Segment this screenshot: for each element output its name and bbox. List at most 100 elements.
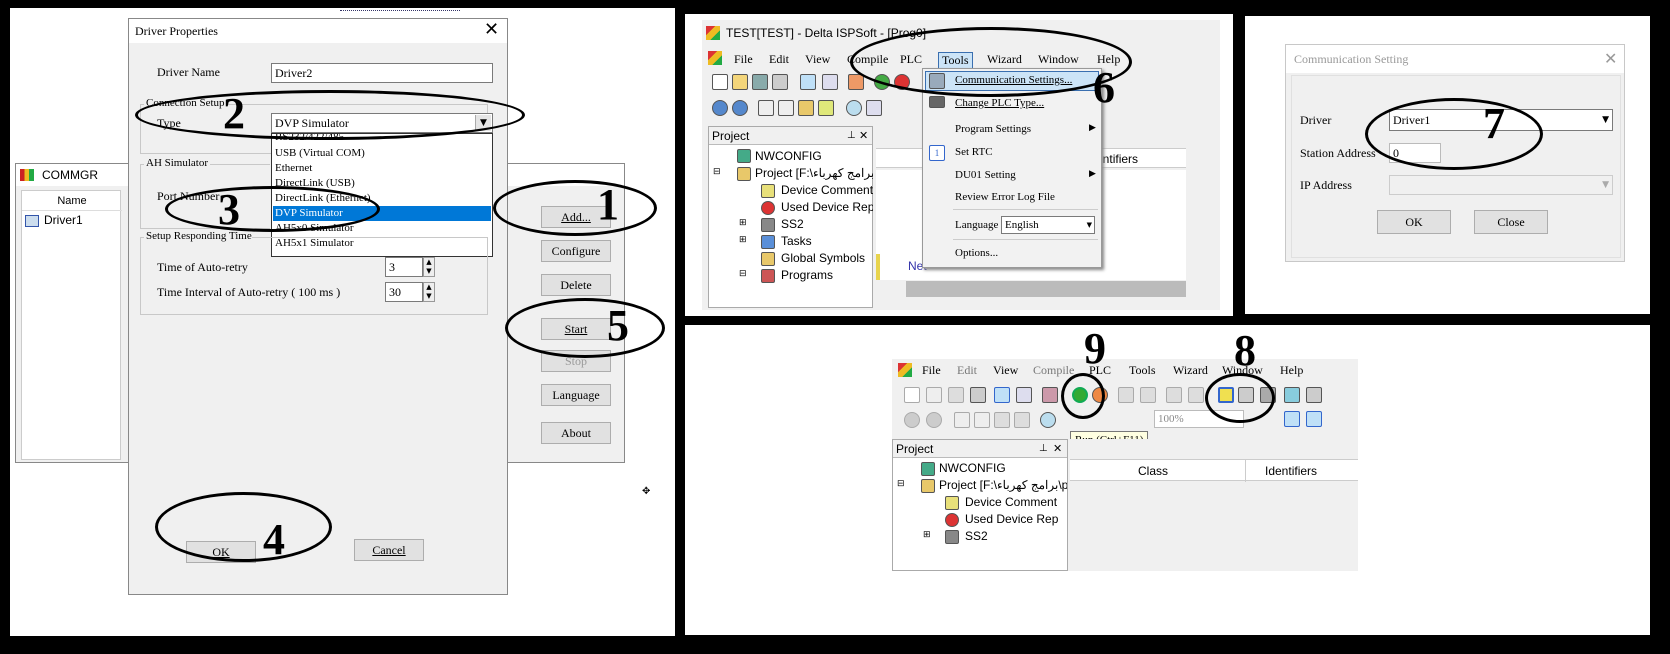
open-folder-icon[interactable] xyxy=(732,74,748,90)
undo-icon[interactable] xyxy=(904,412,920,428)
ip-address-select[interactable]: ▼ xyxy=(1389,175,1613,195)
menu-edit[interactable]: Edit xyxy=(957,363,977,378)
interval-field[interactable]: 30 xyxy=(385,282,423,302)
menu-wizard[interactable]: Wizard xyxy=(1173,363,1208,378)
find-icon[interactable] xyxy=(846,100,862,116)
menu-tools[interactable]: Tools xyxy=(1129,363,1156,378)
comment-icon[interactable] xyxy=(1284,387,1300,403)
tree-item-global-symbols[interactable]: Global Symbols xyxy=(781,251,865,265)
redo-icon[interactable] xyxy=(926,412,942,428)
tree-item-device-comment[interactable]: Device Comment xyxy=(781,183,873,197)
menu-view[interactable]: View xyxy=(993,363,1018,378)
about-button[interactable]: About xyxy=(541,422,611,444)
tree-expander[interactable]: ⊟ xyxy=(739,268,747,279)
tree-item-used-device[interactable]: Used Device Rep xyxy=(965,512,1067,526)
layout-icon[interactable] xyxy=(1306,411,1322,427)
cut-icon[interactable] xyxy=(954,412,970,428)
chevron-down-icon[interactable]: ▼ xyxy=(1602,176,1609,194)
tree-item-project[interactable]: Project [F:\برامج كهرباء\pl xyxy=(939,478,1067,492)
monitor-stop-icon[interactable] xyxy=(1140,387,1156,403)
menu-view[interactable]: View xyxy=(805,52,830,67)
layout-icon[interactable] xyxy=(800,74,816,90)
cut-icon[interactable] xyxy=(758,100,774,116)
close-icon[interactable]: ✕ xyxy=(1053,440,1062,458)
tree-item-ss2[interactable]: SS2 xyxy=(965,529,988,543)
language-select[interactable]: English ▼ xyxy=(1001,216,1095,234)
view-icon[interactable] xyxy=(1284,411,1300,427)
menu-item-du01[interactable]: DU01 Setting xyxy=(955,169,1016,181)
find-icon[interactable] xyxy=(1040,412,1056,428)
menu-compile[interactable]: Compile xyxy=(1033,363,1074,378)
redo-icon[interactable] xyxy=(732,100,748,116)
tree-expander[interactable]: ⊞ xyxy=(923,529,931,540)
window-icon[interactable] xyxy=(1016,387,1032,403)
dropdown-option[interactable]: Ethernet xyxy=(273,161,491,176)
dropdown-option[interactable]: USB (Virtual COM) xyxy=(273,146,491,161)
replace-icon[interactable] xyxy=(866,100,882,116)
menu-item-set-rtc[interactable]: Set RTC xyxy=(955,146,993,158)
pin-icon[interactable]: ⊥ xyxy=(1039,440,1048,458)
driver-name-field[interactable]: Driver2 xyxy=(271,63,493,83)
language-button[interactable]: Language xyxy=(541,384,611,406)
paste-icon[interactable] xyxy=(798,100,814,116)
new-file-icon[interactable] xyxy=(904,387,920,403)
menu-help[interactable]: Help xyxy=(1280,363,1303,378)
menu-file[interactable]: File xyxy=(922,363,941,378)
tree-expander[interactable]: ⊞ xyxy=(739,234,747,245)
tree-expander[interactable]: ⊟ xyxy=(713,166,721,177)
driver-list-item[interactable]: Driver1 xyxy=(44,213,83,227)
layout-icon[interactable] xyxy=(994,387,1010,403)
close-button[interactable]: Close xyxy=(1474,210,1548,234)
open-folder-icon[interactable] xyxy=(926,387,942,403)
menu-edit[interactable]: Edit xyxy=(769,52,789,67)
auto-retry-spinner[interactable]: ▲ ▼ xyxy=(423,257,435,277)
tree-expander[interactable]: ⊞ xyxy=(739,217,747,228)
close-icon[interactable]: ✕ xyxy=(484,21,499,39)
compile-icon[interactable] xyxy=(1042,387,1058,403)
project-pane: Project ⊥ ✕ NWCONFIG ⊟ Project [F:\برامج… xyxy=(892,439,1068,571)
tree-item-tasks[interactable]: Tasks xyxy=(781,234,812,248)
close-icon[interactable]: ✕ xyxy=(859,127,868,145)
tree-item-programs[interactable]: Programs xyxy=(781,268,833,282)
download-icon[interactable] xyxy=(1188,387,1204,403)
commgr-list[interactable]: Name Driver1 xyxy=(21,190,122,460)
ok-button[interactable]: OK xyxy=(1377,210,1451,234)
tree-item-project[interactable]: Project [F:\برامج كهرباء\pl xyxy=(755,166,873,180)
eraser-icon[interactable] xyxy=(1014,412,1030,428)
print-icon[interactable] xyxy=(970,387,986,403)
tree-item-device-comment[interactable]: Device Comment xyxy=(965,495,1057,509)
interval-spinner[interactable]: ▲ ▼ xyxy=(423,282,435,302)
window-icon[interactable] xyxy=(822,74,838,90)
new-file-icon[interactable] xyxy=(712,74,728,90)
chevron-down-icon[interactable]: ▼ xyxy=(1602,110,1609,130)
paste-icon[interactable] xyxy=(994,412,1010,428)
pin-icon[interactable]: ⊥ xyxy=(847,127,856,145)
copy-icon[interactable] xyxy=(778,100,794,116)
column-header-name[interactable]: Name xyxy=(22,191,122,211)
auto-retry-field[interactable]: 3 xyxy=(385,257,423,277)
copy-icon[interactable] xyxy=(974,412,990,428)
save-icon[interactable] xyxy=(948,387,964,403)
save-icon[interactable] xyxy=(752,74,768,90)
monitor-icon[interactable] xyxy=(1118,387,1134,403)
upload-icon[interactable] xyxy=(1166,387,1182,403)
menu-item-change-plc[interactable]: Change PLC Type... xyxy=(955,97,1044,109)
eraser-icon[interactable] xyxy=(818,100,834,116)
configure-button[interactable]: Configure xyxy=(541,240,611,262)
print-icon[interactable] xyxy=(772,74,788,90)
delete-button[interactable]: Delete xyxy=(541,274,611,296)
menu-file[interactable]: File xyxy=(734,52,753,67)
chevron-down-icon[interactable]: ▼ xyxy=(1087,217,1092,233)
tree-item-used-device[interactable]: Used Device Rep xyxy=(781,200,873,214)
tree-item-ss2[interactable]: SS2 xyxy=(781,217,804,231)
tree-item-nwconfig[interactable]: NWCONFIG xyxy=(755,149,822,163)
menu-item-review-log[interactable]: Review Error Log File xyxy=(955,191,1055,203)
close-icon[interactable]: ✕ xyxy=(1604,49,1617,68)
tree-expander[interactable]: ⊟ xyxy=(897,478,905,489)
transfer-icon[interactable] xyxy=(1306,387,1322,403)
menu-item-program-settings[interactable]: Program Settings xyxy=(955,123,1031,135)
tree-item-nwconfig[interactable]: NWCONFIG xyxy=(939,461,1006,475)
undo-icon[interactable] xyxy=(712,100,728,116)
cancel-button[interactable]: Cancel xyxy=(354,539,424,561)
menu-item-options[interactable]: Options... xyxy=(955,247,998,259)
